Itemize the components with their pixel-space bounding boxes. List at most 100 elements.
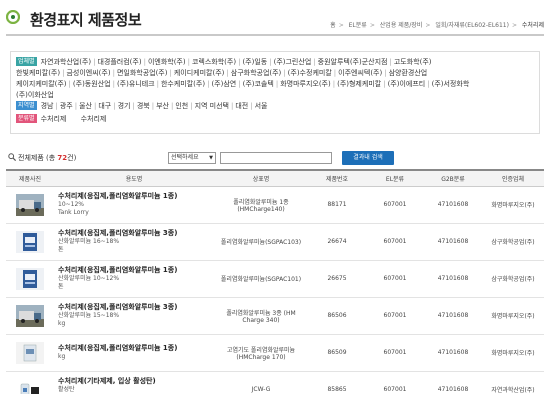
- filter-option[interactable]: 고도화학(주): [394, 58, 432, 66]
- filter-option[interactable]: 경남: [41, 102, 54, 110]
- filter-option[interactable]: (주)그린산업: [274, 58, 312, 66]
- product-unit: Tank Lorry: [58, 209, 89, 216]
- product-name-link[interactable]: 수처리제(기타제제, 입상 활성탄): [58, 377, 214, 386]
- product-name-link[interactable]: 수처리제(응집제,폴리염화알루미늄 1종): [58, 266, 214, 275]
- table-row[interactable]: 수처리제(응집제,폴리염화알루미늄 1종) 10~12% Tank Lorry 폴리염…: [6, 186, 544, 224]
- product-name-link[interactable]: 수처리제(응집제,폴리염화알루미늄 1종): [58, 344, 214, 353]
- category-filter-tag: 분류별: [16, 114, 37, 123]
- product-name-link[interactable]: 수처리제(응집제,폴리염화알루미늄 3종): [58, 303, 214, 312]
- filter-option[interactable]: 지역 미선택: [195, 102, 229, 110]
- filter-option[interactable]: 대경플러컴(주): [97, 58, 141, 66]
- filter-option[interactable]: 코렉스화학(주): [192, 58, 236, 66]
- g2b-cell: 47101608: [424, 334, 482, 372]
- filter-option[interactable]: 한수케미칼(주): [161, 80, 205, 88]
- breadcrumb-materials[interactable]: 일회/자재류(EL602-EL611): [435, 22, 509, 29]
- filter-separator: |: [93, 102, 97, 110]
- filter-option[interactable]: 부산: [156, 102, 169, 110]
- chevron-down-icon: ▼: [209, 155, 213, 161]
- filter-option[interactable]: 수처리제: [81, 115, 107, 123]
- table-row[interactable]: 수처리제(응집제,폴리염화알루미늄 1종) 산화알루미늄 10~12% 톤 폴리염화알…: [6, 260, 544, 298]
- filter-option[interactable]: (주)형제케미칼: [337, 80, 381, 88]
- g2b-cell: 47101608: [424, 186, 482, 224]
- filter-separator: |: [132, 102, 135, 110]
- filter-separator: |: [113, 102, 116, 110]
- header-brand: 상표명: [214, 169, 308, 187]
- filter-separator: |: [283, 69, 286, 77]
- company-cell: 삼구화학공업(주): [482, 223, 544, 261]
- filter-option[interactable]: 경기: [118, 102, 131, 110]
- filter-option[interactable]: (주)서정화학: [432, 80, 470, 88]
- table-row[interactable]: 수처리제(응집제,폴리염화알루미늄 3종) 산화알루미늄 15~18% kg 폴리염화…: [6, 297, 544, 335]
- filter-option[interactable]: 이주엔씨텍(주): [338, 69, 382, 77]
- product-name-link[interactable]: 수처리제(응집제,폴리염화알루미늄 3종): [58, 229, 214, 238]
- filter-option[interactable]: 대구: [98, 102, 111, 110]
- photo-cell: [6, 371, 54, 394]
- company-filter-tag: 업체별: [16, 57, 37, 66]
- search-field-select[interactable]: 선택하세요 ▼: [168, 152, 216, 164]
- filter-option[interactable]: 울산: [79, 102, 92, 110]
- product-photo[interactable]: [16, 267, 44, 290]
- filter-option[interactable]: 케이디케미칼(주): [174, 69, 225, 77]
- brand-name: JCW-G: [251, 386, 271, 393]
- filter-option[interactable]: 케이지케미칼(주): [16, 80, 67, 88]
- company-cell: 자연과학산업(주): [482, 371, 544, 394]
- filter-option[interactable]: 삼양환경산업: [389, 69, 428, 77]
- table-row[interactable]: 수처리제(기타제제, 입상 활성탄)활성탄kg JCW-G 858656070014…: [6, 371, 544, 394]
- table-row[interactable]: 수처리제(응집제,폴리염화알루미늄 3종) 산화알루미늄 16~18% 톤 폴리염화알…: [6, 223, 544, 261]
- search-input[interactable]: [220, 152, 332, 164]
- count-suffix: 건): [67, 154, 77, 162]
- product-unit: 톤: [58, 246, 64, 253]
- product-photo[interactable]: [16, 378, 44, 394]
- count-number: 72: [57, 154, 68, 162]
- filter-separator: |: [68, 80, 71, 88]
- filter-option[interactable]: 대전: [235, 102, 248, 110]
- filter-option[interactable]: 광주: [60, 102, 73, 110]
- filter-separator: |: [187, 58, 190, 66]
- filter-option[interactable]: 이엔화학(주): [148, 58, 186, 66]
- search-within-results-button[interactable]: 결과내 검색: [342, 151, 394, 165]
- product-name-link[interactable]: 수처리제(응집제,폴리염화알루미늄 1종): [58, 192, 214, 201]
- filter-option[interactable]: (주)일동: [242, 58, 267, 66]
- filter-option[interactable]: 서울: [255, 102, 268, 110]
- breadcrumb-el-category[interactable]: EL분류: [349, 22, 367, 29]
- filter-separator: |: [151, 102, 155, 110]
- filter-option[interactable]: 인천: [175, 102, 188, 110]
- filter-option[interactable]: 면일화학공업(주): [117, 69, 168, 77]
- filter-option[interactable]: 경북: [137, 102, 150, 110]
- region-filter-tag: 지역별: [16, 101, 37, 110]
- filter-separator: |: [143, 58, 146, 66]
- filter-option[interactable]: (주)삼연: [211, 80, 236, 88]
- product-photo[interactable]: [16, 304, 44, 327]
- filter-separator: [72, 115, 74, 123]
- filter-option[interactable]: (주)이화산업: [16, 91, 54, 99]
- header-usage: 용도명: [54, 169, 214, 187]
- filter-separator: |: [169, 69, 172, 77]
- filter-option[interactable]: 자연과학산업(주): [41, 58, 92, 66]
- filter-option[interactable]: (주)동원산업: [73, 80, 111, 88]
- company-filter-row-2: 한빛케미칼(주) | 금성이엔씨(주) | 면일화학공업(주) | 케이디케미칼(주) | 삼구…: [16, 68, 534, 79]
- filter-option[interactable]: (주)코솔텍: [243, 80, 274, 88]
- filter-option[interactable]: (주)이에프티: [388, 80, 426, 88]
- filter-option[interactable]: 금성이엔씨(주): [66, 69, 110, 77]
- product-photo[interactable]: [16, 230, 44, 253]
- filter-separator: |: [383, 80, 386, 88]
- filter-option[interactable]: 수처리제: [41, 115, 67, 123]
- table-row[interactable]: 수처리제(응집제,폴리염화알루미늄 1종) kg 고염기도 폴리염화알루미늄 (HMC…: [6, 334, 544, 372]
- breadcrumb-industrial[interactable]: 산업용 제품/장비: [380, 22, 423, 29]
- filter-option[interactable]: 중원알루텍(주)군산지점: [318, 58, 388, 66]
- filter-separator: |: [269, 58, 272, 66]
- filter-option[interactable]: 화명마루지오(주): [280, 80, 331, 88]
- filter-option[interactable]: (주)유니테크: [117, 80, 155, 88]
- breadcrumb-home[interactable]: 홈: [330, 22, 336, 29]
- filter-separator: |: [250, 102, 253, 110]
- filter-separator: |: [313, 58, 316, 66]
- photo-cell: [6, 223, 54, 261]
- g2b-cell: 47101608: [424, 297, 482, 335]
- product-photo[interactable]: [16, 193, 44, 216]
- filter-option[interactable]: (주)수정케미칼: [288, 69, 332, 77]
- header-photo: 제품사진: [6, 169, 54, 187]
- filter-option[interactable]: 한빛케미칼(주): [16, 69, 60, 77]
- filter-option[interactable]: 삼구화학공업(주): [231, 69, 282, 77]
- product-photo[interactable]: [16, 341, 44, 364]
- filter-separator: |: [226, 69, 229, 77]
